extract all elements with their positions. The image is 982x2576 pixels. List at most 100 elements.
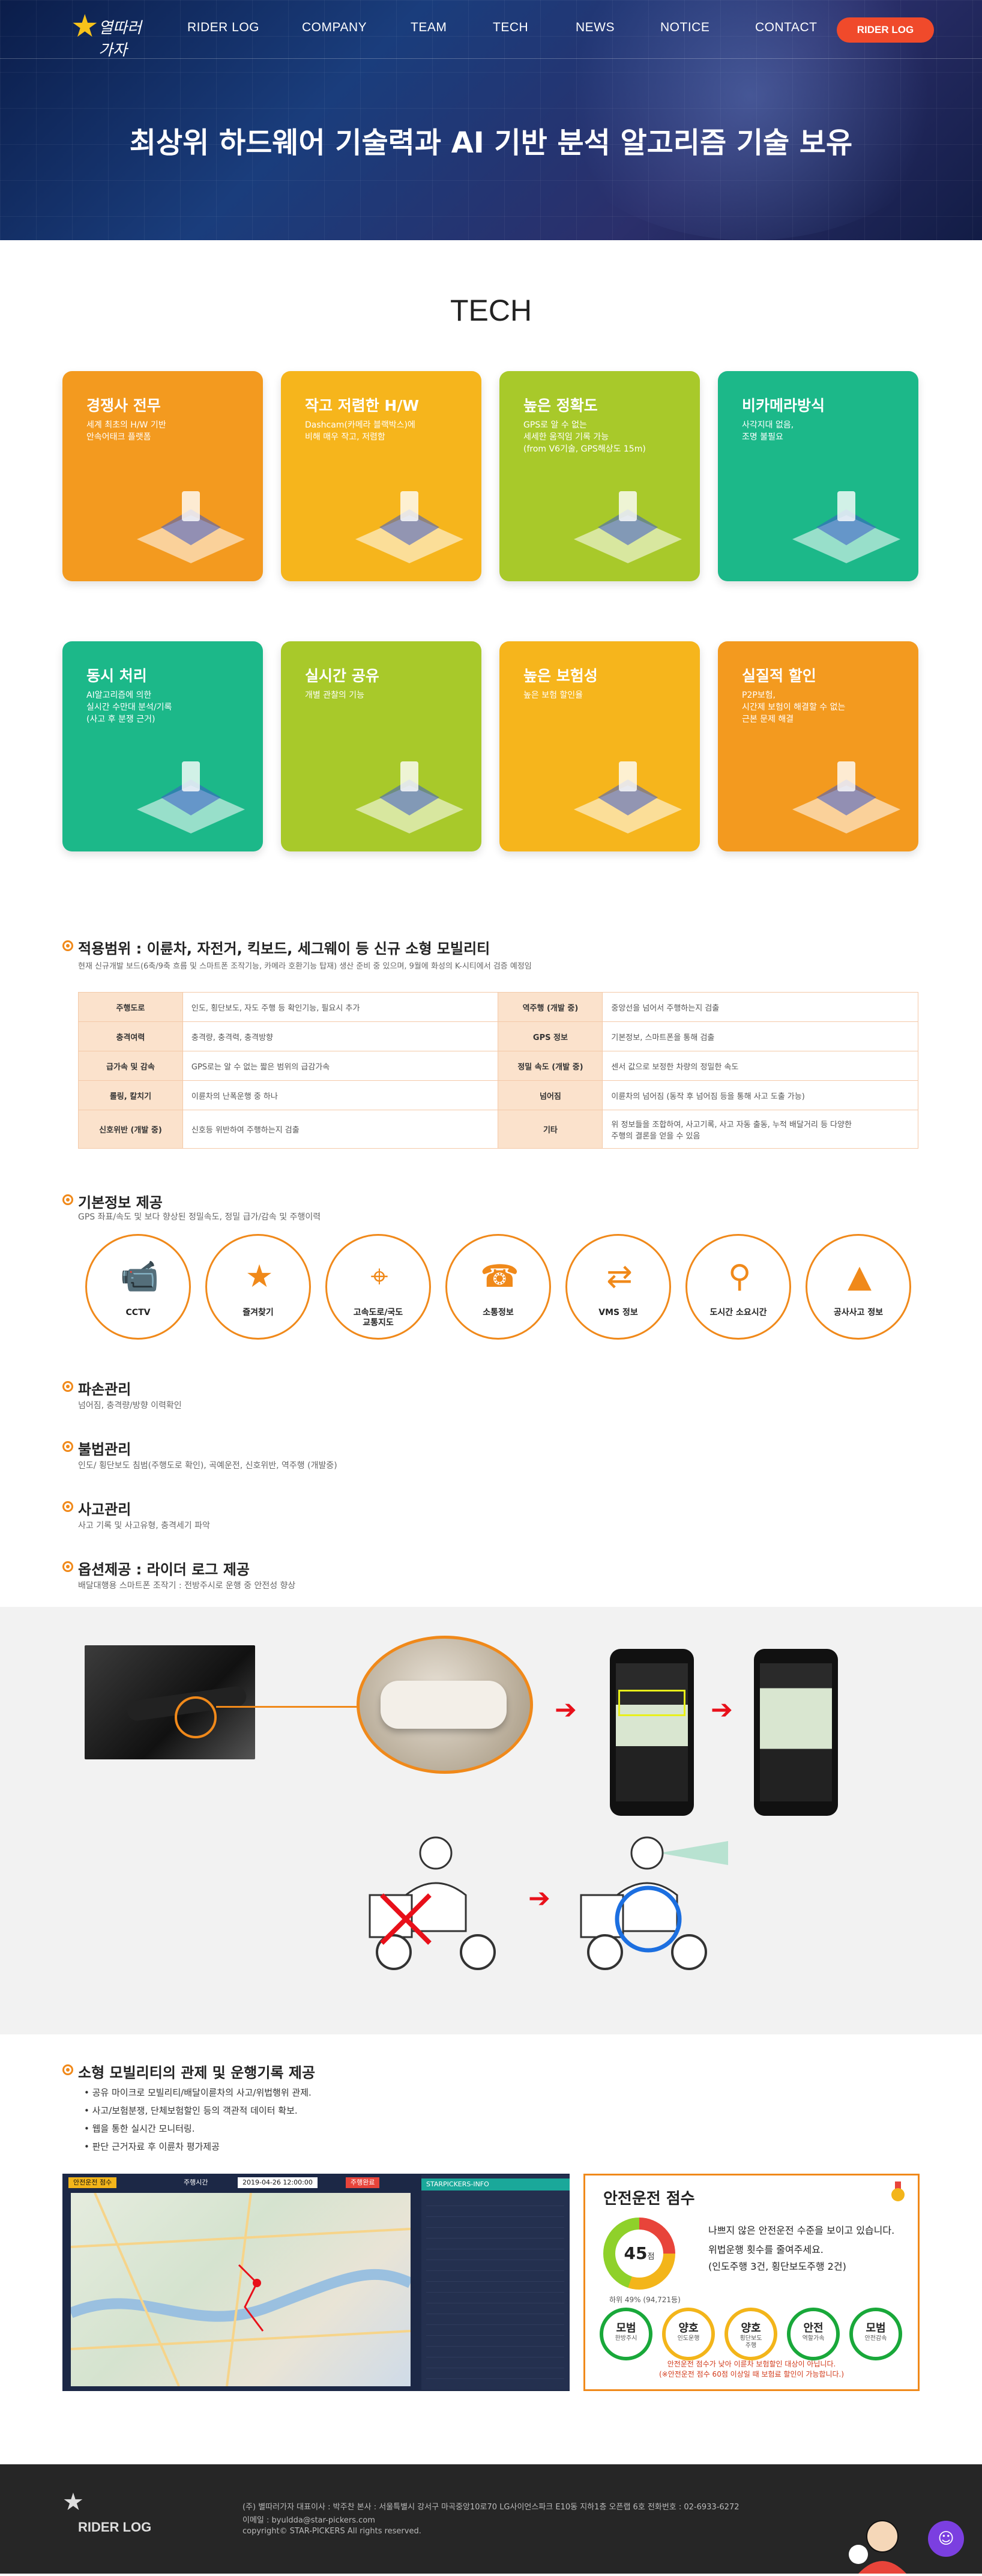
control-list-text: 웹을 통한 실시간 모니터링. — [92, 2123, 195, 2134]
map-topbar-score[interactable]: 안전운전 점수 — [68, 2177, 117, 2188]
chat-button[interactable]: ☺ — [928, 2521, 964, 2557]
nav-notice[interactable]: NOTICE — [660, 20, 709, 35]
tech-card-illustration — [562, 737, 688, 839]
tech-card-illustration — [125, 467, 251, 569]
score-badge: 양호 횡단보도 주행 — [724, 2308, 777, 2360]
rider-looking-down-illustration — [364, 1829, 502, 1973]
site-footer: ★ RIDER LOG (주) 별따러가자 대표이사 : 박주찬 본사 : 서울… — [0, 2464, 982, 2574]
handlebar-photo — [85, 1645, 255, 1759]
spec-key: 롤링, 칼치기 — [78, 1080, 183, 1110]
score-badge: 안전 역할가속 — [787, 2308, 840, 2360]
footer-company-info: (주) 별따러가자 대표이사 : 박주찬 본사 : 서울특별시 강서구 마곡중앙… — [242, 2503, 740, 2512]
spec-value: 신호등 위반하여 주행하는지 검출 — [182, 1110, 499, 1149]
monitoring-map-screenshot: 안전운전 점수 주행시간 2019-04-26 12:00:00 주행완료 ST… — [62, 2174, 570, 2391]
spec-value: 충격량, 충격력, 충격방향 — [182, 1021, 499, 1051]
spec-key: 주행도로 — [78, 992, 183, 1022]
info-circle-label: 즐겨찾기 — [242, 1308, 274, 1317]
info-circle-label: 공사사고 정보 — [833, 1308, 884, 1317]
star-logo-icon: ★ — [71, 8, 99, 44]
spec-key: 신호위반 (개발 중) — [78, 1110, 183, 1149]
score-rank: 하위 49% (94,721등) — [609, 2296, 681, 2304]
tech-card-illustration — [343, 467, 469, 569]
tech-card: 비카메라방식 사각지대 없음, 조명 불필요 — [718, 371, 918, 581]
section-title: 사고관리 — [78, 1501, 131, 1518]
traffic-phone-icon: ☎ — [480, 1259, 519, 1295]
spec-value: 중앙선을 넘어서 주행하는지 검출 — [602, 992, 918, 1022]
tech-card-desc: GPS로 알 수 없는 세세한 움직임 기록 가능 (from V6기술, GP… — [523, 420, 646, 454]
tech-card-desc: 개별 관찰의 기능 — [305, 691, 365, 700]
info-circle-label: VMS 정보 — [598, 1308, 638, 1317]
map-topbar-date[interactable]: 2019-04-26 12:00:00 — [238, 2177, 318, 2188]
spec-table: 주행도로 인도, 횡단보도, 자도 주행 등 확인기능, 필요시 추가 역주행 (개… — [78, 992, 918, 1149]
nav-contact[interactable]: CONTACT — [755, 20, 817, 35]
bullet-icon — [62, 1441, 73, 1452]
score-badge-sub: 안전감속 — [864, 2335, 887, 2342]
control-list-text: 공유 마이크로 모빌리티/배달이륜차의 사고/위법행위 관제. — [92, 2087, 312, 2098]
map-topbar-status[interactable]: 주행완료 — [346, 2177, 380, 2188]
info-circle-label: 도시간 소요시간 — [709, 1308, 767, 1317]
site-logo[interactable]: ★ 열따러가자 — [71, 8, 149, 59]
control-list-text: 사고/보험분쟁, 단체보험할인 등의 객관적 데이터 확보. — [92, 2105, 298, 2116]
tech-card-title: 실시간 공유 — [305, 667, 379, 685]
bullet-icon — [62, 1561, 73, 1572]
info-circle[interactable]: 📹 CCTV — [85, 1234, 191, 1340]
control-list-text: 판단 근거자료 후 이륜차 평가제공 — [92, 2141, 220, 2152]
tech-card: 동시 처리 AI알고리즘에 의한 실시간 수만대 분석/기록 (사고 후 분쟁 근… — [62, 641, 263, 851]
hero-banner: ★ 열따러가자 RIDER LOG COMPANY TEAM TECH NEWS… — [0, 0, 982, 240]
info-circle[interactable]: ☎ 소통정보 — [445, 1234, 551, 1340]
nav-company[interactable]: COMPANY — [302, 20, 367, 35]
map-side-panel: STARPICKERS-INFO — [421, 2175, 570, 2390]
spec-key: 넘어짐 — [498, 1080, 603, 1110]
info-circle[interactable]: ▲ 공사사고 정보 — [806, 1234, 911, 1340]
nav-tech[interactable]: TECH — [493, 20, 528, 35]
tech-card-desc: Dashcam(카메라 블랙박스)에 비해 매우 작고, 저렴함 — [305, 420, 415, 442]
score-line-2: 위법운행 횟수를 줄여주세요. — [708, 2244, 824, 2255]
signpost-icon: ⇄ — [606, 1259, 633, 1295]
spec-key: 역주행 (개발 중) — [498, 992, 603, 1022]
info-circle[interactable]: ⚲ 도시간 소요시간 — [685, 1234, 791, 1340]
info-circle[interactable]: ★ 즐겨찾기 — [205, 1234, 311, 1340]
scope-title: 적용범위 : 이륜차, 자전거, 킥보드, 세그웨이 등 신규 소형 모빌리티 — [78, 940, 490, 957]
footer-logo-text: RIDER LOG — [78, 2520, 152, 2535]
info-circle-label: CCTV — [125, 1308, 151, 1317]
footer-email: 이메일 : byuldda@star-pickers.com — [242, 2516, 375, 2525]
tech-card: 실질적 할인 P2P보험, 시간제 보험이 해결할 수 없는 근본 문제 해결 — [718, 641, 918, 851]
tech-card-title: 실질적 할인 — [742, 667, 816, 685]
phone-screen-2 — [760, 1663, 832, 1801]
nav-news[interactable]: NEWS — [576, 20, 615, 35]
side-panel-rows — [426, 2195, 564, 2385]
score-badge-title: 모범 — [616, 2322, 636, 2335]
control-title: 소형 모빌리티의 관제 및 운행기록 제공 — [78, 2064, 316, 2081]
nav-rider-log[interactable]: RIDER LOG — [187, 20, 259, 35]
tech-card-desc: AI알고리즘에 의한 실시간 수만대 분석/기록 (사고 후 분쟁 근거) — [86, 691, 172, 724]
device-zoom-circle — [357, 1636, 533, 1774]
tech-title: TECH — [450, 294, 532, 327]
score-badge-title: 양호 — [678, 2322, 699, 2335]
info-circle[interactable]: ⇄ VMS 정보 — [565, 1234, 671, 1340]
tech-card-title: 동시 처리 — [86, 667, 147, 685]
nav-team[interactable]: TEAM — [411, 20, 447, 35]
spec-value: 센서 값으로 보정한 차량의 정밀한 속도 — [602, 1051, 918, 1081]
hero-title: 최상위 하드웨어 기술력과 AI 기반 분석 알고리즘 기술 보유 — [129, 126, 853, 160]
info-circle[interactable]: ⌖ 고속도로/국도 교통지도 — [325, 1234, 431, 1340]
spec-value: 기본정보, 스마트폰을 통해 검출 — [602, 1021, 918, 1051]
rider-log-button[interactable]: RIDER LOG — [837, 17, 934, 43]
cone-icon: ▲ — [848, 1259, 872, 1295]
info-circle-label: 소통정보 — [483, 1308, 514, 1317]
footer-logo[interactable]: ★ RIDER LOG — [62, 2488, 152, 2542]
spec-row: 주행도로 인도, 횡단보도, 자도 주행 등 확인기능, 필요시 추가 역주행 (개… — [78, 992, 918, 1022]
mascot-character — [840, 2512, 912, 2574]
score-title: 안전운전 점수 — [603, 2190, 695, 2208]
cctv-icon: 📹 — [120, 1259, 159, 1295]
rider-log-illustration-band: ➔ ➔ ➔ — [0, 1607, 982, 2034]
arrow-right-icon: ➔ — [555, 1695, 577, 1725]
map-view[interactable] — [68, 2192, 413, 2387]
tech-card-illustration — [562, 467, 688, 569]
route-icon: ⚲ — [727, 1259, 752, 1295]
tech-card-illustration — [125, 737, 251, 839]
basic-title: 기본정보 제공 — [78, 1194, 163, 1211]
score-line-1: 나쁘지 않은 안전운전 수준을 보이고 있습니다. — [708, 2225, 895, 2236]
score-badge-title: 안전 — [803, 2322, 824, 2335]
zoom-line — [216, 1706, 359, 1708]
bullet-icon — [62, 1194, 73, 1205]
